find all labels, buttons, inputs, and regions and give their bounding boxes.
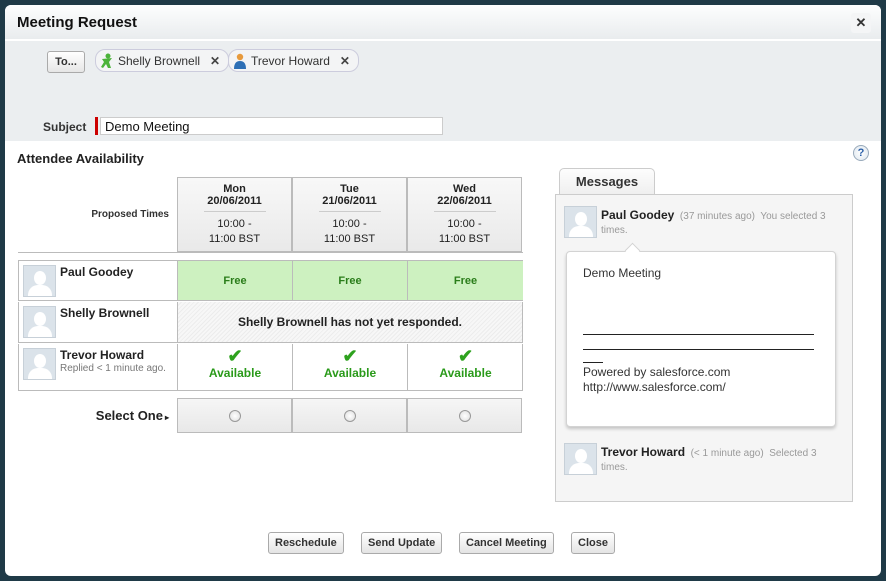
triangle-right-icon: ▸	[164, 413, 169, 422]
divider	[583, 349, 814, 350]
reschedule-button[interactable]: Reschedule	[268, 532, 344, 554]
proposed-times-label: Proposed Times	[91, 209, 169, 220]
select-cell	[292, 398, 407, 433]
time-start: 10:00 -	[217, 218, 252, 230]
attendee-name: Shelly Brownell	[60, 306, 150, 320]
message-time: (37 minutes ago)	[679, 211, 755, 222]
message-subject: Demo Meeting	[583, 266, 662, 280]
attendee-name: Paul Goodey	[60, 265, 134, 279]
date-label: 20/06/2011	[207, 195, 262, 207]
dialog-title: Meeting Request	[17, 14, 138, 31]
divider	[318, 211, 381, 212]
recipient-chip: Shelly Brownell ✕	[95, 49, 230, 72]
divider	[203, 211, 266, 212]
subject-label: Subject	[43, 120, 87, 134]
availability-cell: ✔ Available	[293, 344, 408, 390]
message-header: Trevor Howard (< 1 minute ago) Selected …	[601, 445, 841, 475]
attendee-name: Trevor Howard	[60, 348, 145, 362]
divider	[583, 334, 814, 335]
time-end: 11:00 BST	[438, 233, 491, 245]
divider	[18, 252, 523, 253]
recipient-name: Trevor Howard	[251, 53, 330, 68]
time-radio[interactable]	[229, 410, 241, 422]
checkmark-icon: ✔	[342, 346, 358, 366]
section-title: Attendee Availability	[17, 151, 144, 166]
time-end: 11:00 BST	[323, 233, 376, 245]
help-icon[interactable]: ?	[853, 145, 869, 161]
recipient-subject-area: To... Shelly Brownell ✕ Trevor Howard ✕ …	[5, 41, 881, 141]
message-time: (< 1 minute ago)	[690, 448, 764, 459]
attendee-cell: Shelly Brownell	[19, 302, 178, 342]
time-start: 10:00 -	[332, 218, 367, 230]
time-end: 11:00 BST	[208, 233, 261, 245]
availability-cell: ✔ Available	[178, 344, 293, 390]
attendee-row: Shelly Brownell Shelly Brownell has not …	[18, 302, 523, 343]
day-label: Wed	[452, 183, 477, 195]
time-radio[interactable]	[459, 410, 471, 422]
select-one-label: Select One ▸	[18, 398, 177, 433]
tab-messages[interactable]: Messages	[559, 168, 655, 194]
select-one-text: Select One	[95, 408, 163, 423]
availability-cell: Free	[178, 261, 293, 300]
day-label: Tue	[340, 183, 359, 195]
message-author: Paul Goodey	[601, 208, 675, 222]
attendee-cell: Trevor Howard Replied < 1 minute ago.	[19, 344, 178, 390]
subject-input[interactable]	[100, 117, 443, 135]
send-update-button[interactable]: Send Update	[361, 532, 443, 554]
checkmark-icon: ✔	[457, 346, 474, 366]
recipient-chip: Trevor Howard ✕	[228, 49, 359, 72]
date-label: 22/06/2011	[437, 195, 492, 207]
checkmark-icon: ✔	[227, 346, 243, 366]
divider	[433, 211, 496, 212]
availability-cell: ✔ Available	[408, 344, 523, 390]
message-author: Trevor Howard	[601, 445, 686, 459]
proposed-time-header: Wed 22/06/2011 10:00 - 11:00 BST	[407, 177, 522, 252]
attendee-row: Paul Goodey Free Free Free	[18, 260, 523, 301]
avatar	[23, 348, 56, 380]
close-icon[interactable]: ✕	[851, 13, 871, 33]
availability-cell: Free	[293, 261, 408, 300]
message-header: Paul Goodey (37 minutes ago) You selecte…	[601, 208, 841, 238]
powered-by-text: Powered by salesforce.com	[583, 365, 731, 379]
select-cell	[407, 398, 522, 433]
attendee-row: Trevor Howard Replied < 1 minute ago. ✔ …	[18, 344, 523, 391]
remove-recipient-icon[interactable]: ✕	[340, 54, 350, 68]
availability-status: Available	[208, 366, 262, 380]
availability-cell: Free	[408, 261, 523, 300]
reply-status: Replied < 1 minute ago.	[60, 363, 166, 374]
avatar	[564, 206, 597, 238]
pending-response: Shelly Brownell has not yet responded.	[178, 302, 522, 342]
attendee-cell: Paul Goodey	[19, 261, 178, 300]
availability-status: Available	[323, 366, 377, 380]
time-radio[interactable]	[344, 410, 356, 422]
user-icon	[233, 53, 247, 69]
message-link[interactable]: http://www.salesforce.com/	[583, 380, 819, 395]
close-button[interactable]: Close	[571, 532, 615, 554]
date-label: 21/06/2011	[322, 195, 377, 207]
proposed-time-header: Mon 20/06/2011 10:00 - 11:00 BST	[177, 177, 292, 252]
proposed-time-header: Tue 21/06/2011 10:00 - 11:00 BST	[292, 177, 407, 252]
cancel-meeting-button[interactable]: Cancel Meeting	[459, 532, 554, 554]
avatar	[23, 265, 56, 297]
avatar	[23, 306, 56, 338]
divider	[583, 362, 603, 363]
availability-status: Available	[439, 366, 492, 380]
message-bubble: Demo Meeting Powered by salesforce.com h…	[566, 251, 836, 427]
avatar	[564, 443, 597, 475]
time-start: 10:00 -	[447, 218, 482, 230]
messages-panel: Paul Goodey (37 minutes ago) You selecte…	[555, 194, 853, 502]
meeting-request-dialog: Meeting Request ✕ To... Shelly Brownell …	[5, 5, 881, 576]
remove-recipient-icon[interactable]: ✕	[210, 54, 220, 68]
contact-icon	[100, 53, 114, 69]
select-cell	[177, 398, 292, 433]
recipient-name: Shelly Brownell	[118, 53, 201, 68]
to-button[interactable]: To...	[47, 51, 85, 73]
day-label: Mon	[223, 183, 246, 195]
select-one-row: Select One ▸	[18, 398, 523, 433]
required-indicator	[95, 117, 98, 135]
title-bar: Meeting Request ✕	[5, 5, 881, 41]
